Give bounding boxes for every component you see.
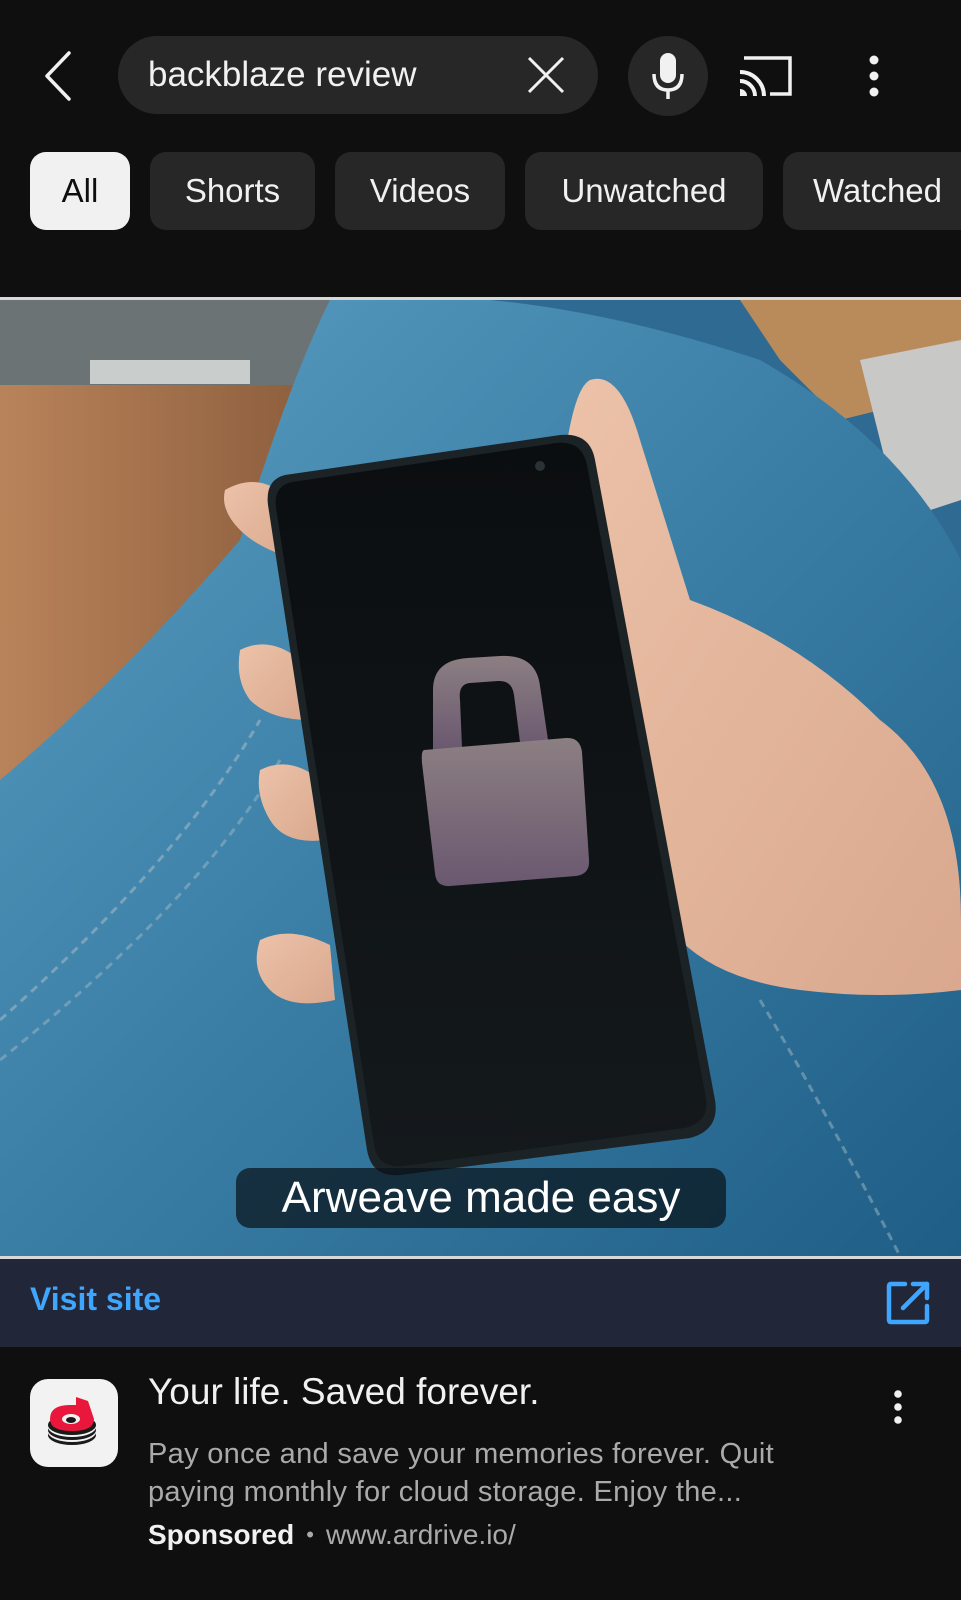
- ad-url[interactable]: www.ardrive.io/: [326, 1519, 516, 1551]
- chip-shorts[interactable]: Shorts: [150, 152, 315, 230]
- cast-button[interactable]: [738, 54, 794, 98]
- filter-chips: All Shorts Videos Unwatched Watched: [0, 152, 961, 232]
- search-input[interactable]: [148, 36, 508, 114]
- chip-unwatched[interactable]: Unwatched: [525, 152, 763, 230]
- open-in-new-icon[interactable]: [885, 1280, 931, 1326]
- clear-search-button[interactable]: [526, 55, 566, 95]
- thumbnail-image: [0, 300, 961, 1256]
- advertiser-logo[interactable]: [30, 1379, 118, 1467]
- video-caption: Arweave made easy: [236, 1168, 726, 1228]
- ad-video-thumbnail[interactable]: Arweave made easy: [0, 300, 961, 1256]
- chevron-left-icon: [45, 51, 71, 101]
- voice-search-button[interactable]: [628, 36, 708, 116]
- sponsored-label: Sponsored: [148, 1519, 295, 1550]
- microphone-icon: [652, 53, 684, 99]
- visit-site-link[interactable]: Visit site: [30, 1281, 161, 1318]
- chip-videos[interactable]: Videos: [335, 152, 505, 230]
- ad-info: Your life. Saved forever. Pay once and s…: [0, 1347, 961, 1600]
- more-options-button[interactable]: [852, 50, 896, 102]
- search-header: [0, 0, 961, 140]
- search-box[interactable]: [118, 36, 598, 114]
- cast-icon: [739, 56, 792, 97]
- ad-description: Pay once and save your memories forever.…: [148, 1438, 775, 1508]
- ad-more-options-button[interactable]: [880, 1381, 916, 1433]
- visit-site-bar[interactable]: Visit site: [0, 1259, 961, 1347]
- ad-meta: Sponsored • www.ardrive.io/: [148, 1519, 516, 1551]
- separator-dot: •: [306, 1522, 314, 1547]
- chip-watched[interactable]: Watched: [783, 152, 961, 230]
- ardrive-logo-icon: [48, 1397, 96, 1445]
- chip-all[interactable]: All: [30, 152, 130, 230]
- back-button[interactable]: [36, 48, 80, 104]
- close-icon: [527, 56, 565, 94]
- ad-title[interactable]: Your life. Saved forever.: [148, 1371, 539, 1413]
- more-vertical-icon: [869, 55, 879, 97]
- more-vertical-icon: [894, 1390, 902, 1424]
